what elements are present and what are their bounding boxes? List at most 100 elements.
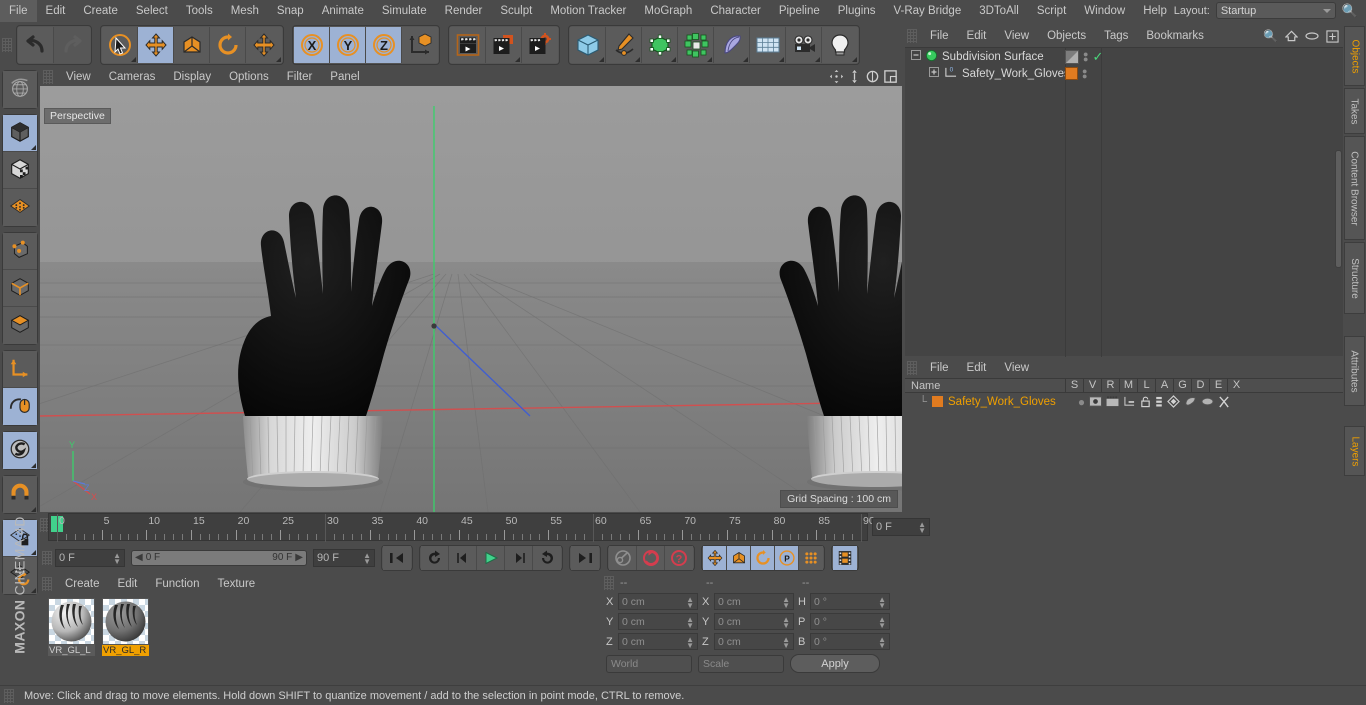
expand-corner-icon[interactable]: [515, 56, 520, 62]
menu-motion-tracker[interactable]: Motion Tracker: [541, 0, 635, 22]
layer-name-label[interactable]: Safety_Work_Gloves: [948, 396, 1056, 408]
expand-toggle-icon[interactable]: [929, 67, 939, 80]
next-key-button[interactable]: [533, 545, 561, 570]
autokeying-button[interactable]: [637, 545, 665, 570]
dynamic-place-button[interactable]: [246, 26, 282, 63]
menu-render[interactable]: Render: [436, 0, 492, 22]
material-preview[interactable]: [102, 598, 149, 645]
spinner-icon[interactable]: ▲ ▼: [782, 616, 790, 630]
material-item[interactable]: VR_GL_L: [48, 598, 96, 656]
menu-create[interactable]: Create: [74, 0, 127, 22]
object-name-label[interactable]: Subdivision Surface: [942, 51, 1044, 63]
play-button[interactable]: [477, 545, 505, 570]
timeline-ruler[interactable]: 0 5 10 15 20 25 30 35 40 45 50 55 60 65 70 75 80 85 90: [48, 513, 875, 542]
snap-magnet-button[interactable]: [3, 476, 37, 513]
material-name-label[interactable]: VR_GL_L: [48, 645, 95, 656]
keyframe-selection-button[interactable]: ?: [665, 545, 693, 570]
expand-corner-icon[interactable]: [599, 56, 604, 62]
layer-menu-file[interactable]: File: [921, 357, 958, 379]
expand-corner-icon[interactable]: [707, 56, 712, 62]
solo-dot-icon[interactable]: ●: [1078, 395, 1085, 409]
scale-key-button[interactable]: [727, 545, 751, 570]
edges-mode-button[interactable]: [3, 270, 37, 307]
undo-view-button[interactable]: [3, 71, 37, 108]
apply-button[interactable]: Apply: [790, 654, 880, 673]
layer-manager-grip[interactable]: [907, 361, 917, 375]
keyframe-mode-button[interactable]: [833, 545, 857, 570]
generator-button[interactable]: [642, 26, 678, 63]
move-button[interactable]: [138, 26, 174, 63]
layer-column-x[interactable]: X: [1227, 378, 1245, 393]
viewport-3d-canvas[interactable]: Y X Z Perspective Grid Spacing : 100 cm: [40, 86, 902, 512]
layer-color-swatch[interactable]: [932, 396, 943, 407]
coordinate-mode-dropdown[interactable]: Scale: [698, 654, 784, 673]
search-icon[interactable]: 🔍: [1342, 3, 1358, 19]
plus-box-icon[interactable]: [1326, 29, 1339, 43]
collapse-toggle-icon[interactable]: [911, 50, 921, 63]
transport-grip[interactable]: [42, 550, 52, 565]
layer-column-d[interactable]: D: [1191, 378, 1209, 393]
object-row[interactable]: Subdivision Surface ● ● ✓: [905, 48, 1343, 65]
layer-column-e[interactable]: E: [1209, 378, 1227, 393]
viewport-menu-filter[interactable]: Filter: [278, 66, 322, 88]
render-icon[interactable]: [1106, 396, 1119, 407]
viewport-menu-cameras[interactable]: Cameras: [100, 66, 165, 88]
coordinate-rot-field[interactable]: 0 ° ▲ ▼: [810, 633, 890, 650]
dolly-icon[interactable]: [847, 69, 862, 84]
step-forward-button[interactable]: [505, 545, 533, 570]
coordinate-rot-field[interactable]: 0 ° ▲ ▼: [810, 593, 890, 610]
layer-menu-edit[interactable]: Edit: [958, 357, 996, 379]
menu-character[interactable]: Character: [701, 0, 770, 22]
right-tab-objects[interactable]: Objects: [1344, 26, 1365, 86]
menu-edit[interactable]: Edit: [37, 0, 75, 22]
coordinate-size-field[interactable]: 0 cm ▲ ▼: [714, 633, 794, 650]
spinner-icon[interactable]: ▲ ▼: [782, 596, 790, 610]
object-menu-file[interactable]: File: [921, 25, 958, 47]
object-menu-objects[interactable]: Objects: [1038, 25, 1095, 47]
object-name-label[interactable]: Safety_Work_Gloves: [962, 68, 1070, 80]
layout-dropdown[interactable]: Startup: [1215, 2, 1336, 19]
spinner-icon[interactable]: ▲ ▼: [878, 596, 886, 610]
subdivision-tag-icon[interactable]: [1065, 49, 1079, 64]
menu-plugins[interactable]: Plugins: [829, 0, 885, 22]
spline-pen-button[interactable]: [606, 26, 642, 63]
right-tab-layers[interactable]: Layers: [1344, 426, 1365, 476]
preview-end-field[interactable]: 90 F ▲ ▼: [313, 548, 375, 567]
material-menu-function[interactable]: Function: [146, 573, 208, 595]
object-menu-tags[interactable]: Tags: [1095, 25, 1137, 47]
primitive-cube-button[interactable]: [570, 26, 606, 63]
menu-v-ray-bridge[interactable]: V-Ray Bridge: [884, 0, 970, 22]
live-selection-button[interactable]: [102, 26, 138, 63]
material-tag-icon[interactable]: [1065, 67, 1078, 80]
step-back-button[interactable]: [449, 545, 477, 570]
menu-mesh[interactable]: Mesh: [222, 0, 268, 22]
scene-object-button[interactable]: [750, 26, 786, 63]
spinner-icon[interactable]: ▲ ▼: [686, 616, 694, 630]
vertical-scrollbar[interactable]: [1335, 150, 1342, 268]
object-menu-view[interactable]: View: [995, 25, 1038, 47]
pan-icon[interactable]: [829, 69, 844, 84]
right-tab-takes[interactable]: Takes: [1344, 88, 1365, 134]
menu-script[interactable]: Script: [1028, 0, 1075, 22]
menu-simulate[interactable]: Simulate: [373, 0, 436, 22]
polygons-mode-button[interactable]: [3, 307, 37, 344]
coordinate-pos-field[interactable]: 0 cm ▲ ▼: [618, 613, 698, 630]
spinner-icon[interactable]: ▲ ▼: [878, 636, 886, 650]
world-object-axis-button[interactable]: [402, 26, 438, 63]
lock-icon[interactable]: [1140, 396, 1151, 408]
viewport-menu-panel[interactable]: Panel: [321, 66, 368, 88]
object-menu-edit[interactable]: Edit: [958, 25, 996, 47]
coordinate-size-field[interactable]: 0 cm ▲ ▼: [714, 613, 794, 630]
menu-help[interactable]: Help: [1134, 0, 1176, 22]
viewport-menu-display[interactable]: Display: [164, 66, 220, 88]
record-active-objects-button[interactable]: [609, 545, 637, 570]
frame-range-slider[interactable]: ◀ 0 F 90 F ▶: [131, 549, 307, 566]
object-row[interactable]: 0 Safety_Work_Gloves ● ●: [905, 65, 1343, 82]
right-tab-structure[interactable]: Structure: [1344, 242, 1365, 314]
points-mode-button[interactable]: [3, 233, 37, 270]
material-menu-create[interactable]: Create: [56, 573, 109, 595]
menu-window[interactable]: Window: [1075, 0, 1134, 22]
generator-icon[interactable]: [1167, 395, 1180, 408]
right-tab-content-browser[interactable]: Content Browser: [1344, 136, 1365, 240]
orbit-icon[interactable]: [865, 69, 880, 84]
